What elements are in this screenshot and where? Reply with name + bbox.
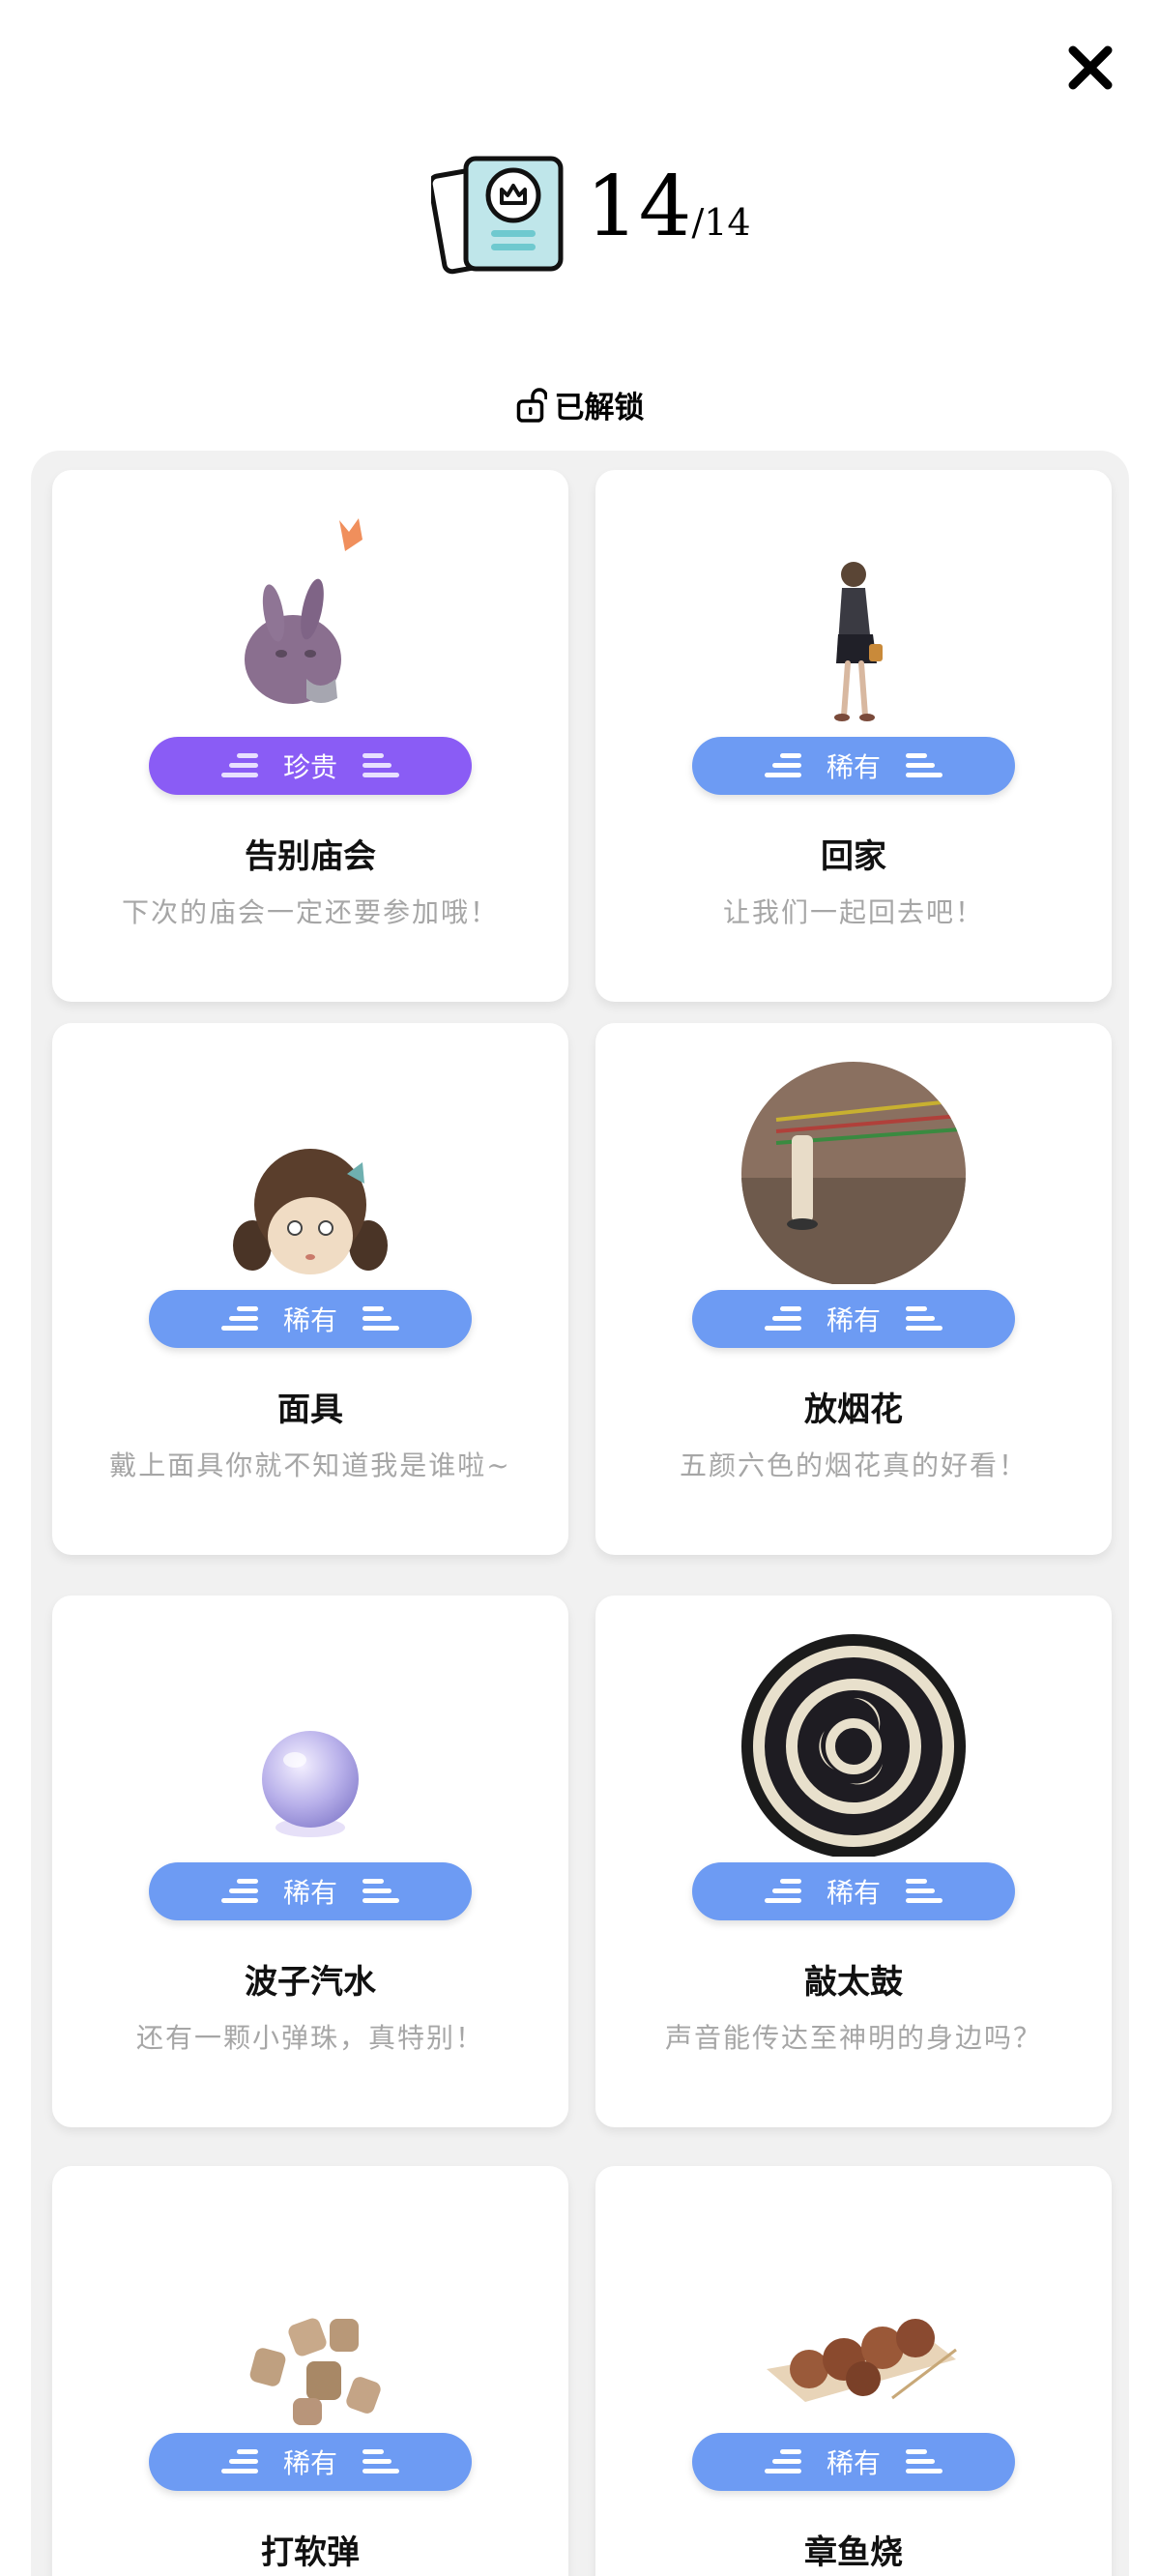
rarity-badge: 稀有 (692, 737, 1015, 795)
card-art (52, 1062, 568, 1284)
right-bars-icon (906, 1879, 942, 1903)
card-3[interactable]: 稀有 面具 戴上面具你就不知道我是谁啦~ (52, 1023, 568, 1555)
rarity-label: 稀有 (282, 2447, 337, 2479)
card-description: 让我们一起回去吧！ (722, 896, 984, 928)
section-unlocked: 已解锁 (0, 383, 1160, 425)
card-title: 放烟花 (804, 1390, 903, 1429)
rarity-label: 稀有 (826, 1304, 881, 1336)
card-art (595, 509, 1112, 731)
card-art (52, 1634, 568, 1857)
left-bars-icon (220, 753, 258, 777)
corks-image (249, 2318, 381, 2425)
card-art (595, 2205, 1112, 2427)
left-bars-icon (764, 1879, 801, 1903)
rarity-label: 稀有 (826, 1877, 881, 1909)
card-art (595, 1062, 1112, 1284)
rarity-label: 稀有 (826, 2447, 881, 2479)
card-6[interactable]: 稀有 敲太鼓 声音能传达至神明的身边吗？ (595, 1595, 1112, 2127)
card-title: 章鱼烧 (804, 2533, 903, 2572)
card-title: 告别庙会 (245, 837, 376, 876)
takoyaki-image (767, 2319, 957, 2402)
card-description: 声音能传达至神明的身边吗？ (664, 2022, 1042, 2054)
rarity-badge: 稀有 (149, 2433, 472, 2491)
card-1[interactable]: 珍贵 告别庙会 下次的庙会一定还要参加哦！ (52, 470, 568, 1002)
card-title: 波子汽水 (245, 1963, 376, 2002)
card-4[interactable]: 稀有 放烟花 五颜六色的烟花真的好看！ (595, 1023, 1112, 1555)
right-bars-icon (362, 1879, 399, 1903)
card-description: 五颜六色的烟花真的好看！ (679, 1449, 1028, 1481)
collection-header: 14/14 (0, 145, 1160, 280)
right-bars-icon (906, 753, 942, 777)
close-icon (1068, 45, 1113, 90)
card-art (595, 1634, 1112, 1857)
card-description: 下次的庙会一定还要参加哦！ (121, 896, 499, 928)
card-title: 面具 (277, 1390, 343, 1429)
rarity-badge: 珍贵 (149, 737, 472, 795)
bunny-mask-image (245, 518, 362, 704)
rarity-badge: 稀有 (692, 2433, 1015, 2491)
right-bars-icon (362, 2449, 399, 2474)
rarity-label: 稀有 (282, 1304, 337, 1336)
rarity-label: 稀有 (826, 751, 881, 783)
rarity-badge: 稀有 (692, 1862, 1015, 1920)
marble-image (262, 1731, 359, 1837)
card-art (52, 509, 568, 731)
total-count: /14 (691, 201, 751, 244)
rarity-label: 珍贵 (282, 751, 337, 783)
card-2[interactable]: 稀有 回家 让我们一起回去吧！ (595, 470, 1112, 1002)
right-bars-icon (906, 2449, 942, 2474)
left-bars-icon (764, 1306, 801, 1331)
card-description: 戴上面具你就不知道我是谁啦~ (109, 1449, 511, 1481)
card-5[interactable]: 稀有 波子汽水 还有一颗小弹珠，真特别！ (52, 1595, 568, 2127)
card-8[interactable]: 稀有 章鱼烧 (595, 2166, 1112, 2576)
rarity-badge: 稀有 (149, 1290, 472, 1348)
rarity-badge: 稀有 (692, 1290, 1015, 1348)
right-bars-icon (362, 1306, 399, 1331)
unlock-count: 14/14 (586, 159, 751, 275)
taiko-drum-image (741, 1634, 966, 1857)
unlocked-count: 14 (586, 159, 692, 255)
fireworks-photo-image (741, 1062, 966, 1284)
card-title: 回家 (821, 837, 886, 876)
card-7[interactable]: 稀有 打软弹 (52, 2166, 568, 2576)
close-button[interactable] (1065, 43, 1116, 93)
rarity-badge: 稀有 (149, 1862, 472, 1920)
left-bars-icon (220, 1306, 258, 1331)
left-bars-icon (220, 2449, 258, 2474)
right-bars-icon (362, 753, 399, 777)
right-bars-icon (906, 1306, 942, 1331)
card-description: 还有一颗小弹珠，真特别！ (135, 2022, 484, 2054)
section-label: 已解锁 (554, 391, 645, 425)
doll-mask-image (233, 1149, 388, 1274)
card-art (52, 2205, 568, 2427)
left-bars-icon (764, 753, 801, 777)
rarity-label: 稀有 (282, 1877, 337, 1909)
card-title: 打软弹 (261, 2533, 360, 2572)
unlock-icon (516, 387, 547, 423)
left-bars-icon (764, 2449, 801, 2474)
card-title: 敲太鼓 (804, 1963, 903, 2002)
left-bars-icon (220, 1879, 258, 1903)
walking-girl-image (834, 562, 883, 721)
collection-card-icon (431, 156, 564, 275)
